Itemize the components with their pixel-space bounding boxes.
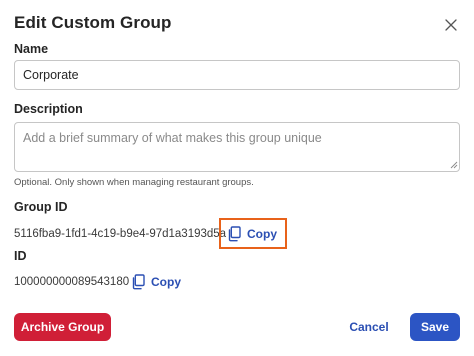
group-id-label: Group ID <box>14 200 68 214</box>
group-id-value: 5116fba9-1fd1-4c19-b9e4-97d1a3193d5a <box>14 228 227 240</box>
copy-group-id-button[interactable]: Copy <box>219 218 287 249</box>
description-textarea[interactable] <box>14 122 460 172</box>
copy-id-button[interactable]: Copy <box>131 273 181 291</box>
dialog-title: Edit Custom Group <box>14 13 172 32</box>
name-label: Name <box>14 42 49 56</box>
resize-grip-icon[interactable] <box>450 161 458 169</box>
close-button[interactable] <box>441 15 461 35</box>
id-label: ID <box>14 249 27 263</box>
copy-icon <box>132 274 145 290</box>
archive-group-button[interactable]: Archive Group <box>14 313 111 341</box>
id-value: 100000000089543180 <box>14 276 130 288</box>
close-icon <box>445 19 457 31</box>
description-helper-text: Optional. Only shown when managing resta… <box>14 177 254 188</box>
copy-id-label: Copy <box>151 275 181 289</box>
description-label: Description <box>14 102 83 116</box>
name-input[interactable] <box>14 60 460 90</box>
save-button[interactable]: Save <box>410 313 460 341</box>
copy-icon <box>228 225 241 241</box>
edit-custom-group-dialog: Edit Custom Group Name Description Optio… <box>0 0 474 356</box>
cancel-button[interactable]: Cancel <box>344 313 394 341</box>
copy-group-id-label: Copy <box>247 226 277 241</box>
